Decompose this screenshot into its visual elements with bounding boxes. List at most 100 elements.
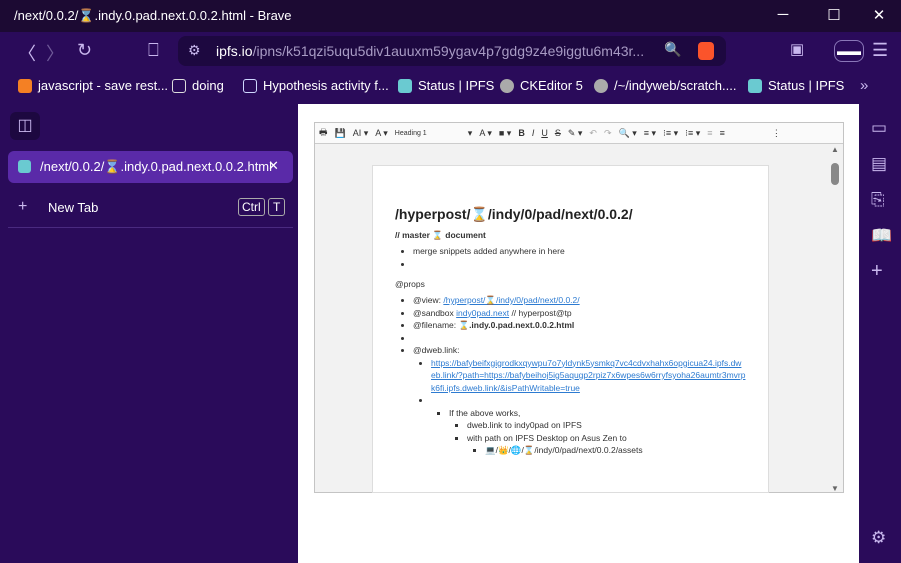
list-item: merge snippets added anywhere in here bbox=[413, 245, 746, 258]
site-settings-icon[interactable]: ⚙ bbox=[188, 42, 201, 59]
bookmark-item[interactable]: CKEditor 5 bbox=[500, 78, 583, 93]
more-bookmarks-button[interactable]: » bbox=[860, 77, 868, 94]
view-link[interactable]: /hyperpost/⌛/indy/0/pad/next/0.0.2/ bbox=[443, 295, 579, 305]
wallet-icon[interactable]: ▤ bbox=[871, 154, 887, 174]
scroll-up-icon[interactable]: ▲ bbox=[831, 145, 839, 154]
window-title: /next/0.0.2/⌛.indy.0.pad.next.0.0.2.html… bbox=[14, 8, 292, 23]
bookmarks-icon[interactable]: ⎘ bbox=[871, 190, 885, 210]
tab-title: /next/0.0.2/⌛.indy.0.pad.next.0.0.2.html bbox=[40, 159, 273, 174]
new-tab-button[interactable]: + New Tab Ctrl T bbox=[0, 196, 297, 220]
reading-list-icon[interactable]: 📖 bbox=[871, 226, 892, 246]
underline-icon[interactable]: U bbox=[541, 128, 548, 138]
italic-icon[interactable]: I bbox=[532, 128, 535, 138]
bookmark-icon[interactable]: ⎕ bbox=[148, 40, 159, 61]
divider bbox=[8, 227, 293, 228]
private-icon[interactable]: ▬▬ bbox=[834, 40, 864, 62]
add-icon[interactable]: + bbox=[871, 260, 883, 283]
font-size-icon[interactable]: AI ▾ bbox=[353, 128, 369, 139]
font-family-icon[interactable]: A ▾ bbox=[375, 128, 388, 139]
grid-icon bbox=[243, 78, 257, 93]
list-item: with path on IPFS Desktop on Asus Zen to bbox=[467, 432, 746, 445]
bookmark-item[interactable]: /~/indyweb/scratch.... bbox=[594, 78, 736, 93]
list-item bbox=[413, 332, 746, 345]
title-bar: /next/0.0.2/⌛.indy.0.pad.next.0.0.2.html… bbox=[0, 0, 901, 32]
minimize-button[interactable]: ─ bbox=[773, 6, 793, 23]
right-sidebar: ▭ ▤ ⎘ 📖 + ⚙ bbox=[859, 104, 901, 563]
filename: ⌛.indy.0.pad.next.0.0.2.html bbox=[458, 320, 575, 330]
nav-bar: 〈 〉 ↻ ⎕ ⚙ ipfs.io/ipns/k51qzi5uqu5div1au… bbox=[0, 32, 901, 70]
list-item: @filename: ⌛.indy.0.pad.next.0.0.2.html bbox=[413, 319, 746, 332]
chevron-down-icon[interactable]: ▾ bbox=[468, 128, 473, 139]
heading-dropdown[interactable]: Heading 1 bbox=[395, 130, 461, 137]
stackoverflow-icon bbox=[18, 78, 32, 93]
globe-icon bbox=[500, 78, 514, 93]
bookmark-label: CKEditor 5 bbox=[520, 78, 583, 93]
bookmark-item[interactable]: javascript - save rest... bbox=[18, 78, 168, 93]
print-icon[interactable]: 🖶 bbox=[319, 125, 328, 141]
text: @view: bbox=[413, 295, 444, 305]
bookmark-label: Status | IPFS bbox=[768, 78, 845, 93]
bookmark-item[interactable]: Hypothesis activity f... bbox=[243, 78, 389, 93]
ipfs-icon bbox=[748, 78, 762, 93]
bookmark-item[interactable]: Status | IPFS bbox=[398, 78, 494, 93]
text: @filename: bbox=[413, 320, 459, 330]
web-page: 🖶 💾 AI ▾ A ▾ Heading 1 ▾ A ▾ ■ ▾ B I U S … bbox=[298, 104, 859, 563]
bookmark-label: javascript - save rest... bbox=[38, 78, 169, 93]
scrollbar[interactable]: ▲ ▼ bbox=[829, 145, 841, 493]
text: @sandbox bbox=[413, 307, 457, 318]
zoom-icon[interactable]: 🔍 bbox=[664, 41, 681, 58]
url-path: /ipns/k51qzi5uqu5div1auuxm59ygav4p7gdg9z… bbox=[252, 43, 645, 59]
bookmark-label: /~/indyweb/scratch.... bbox=[614, 78, 737, 93]
bookmark-label: doing bbox=[192, 78, 224, 93]
bookmark-label: Status | IPFS bbox=[418, 78, 495, 93]
globe-icon bbox=[594, 78, 608, 93]
reload-icon[interactable]: ↻ bbox=[77, 40, 92, 61]
outdent-icon[interactable]: ≡ bbox=[707, 128, 712, 138]
address-bar[interactable]: ⚙ ipfs.io/ipns/k51qzi5uqu5div1auuxm59yga… bbox=[178, 36, 726, 66]
bg-color-icon[interactable]: ■ ▾ bbox=[499, 128, 511, 139]
plus-icon: + bbox=[18, 198, 28, 215]
dweb-link[interactable]: https://bafybeifxgigrodkxqywpu7o7yldynk5… bbox=[431, 358, 745, 393]
redo-icon[interactable]: ↷ bbox=[604, 128, 612, 139]
tab-active[interactable]: /next/0.0.2/⌛.indy.0.pad.next.0.0.2.html… bbox=[8, 151, 293, 183]
more-icon[interactable]: ⋮ bbox=[772, 128, 781, 139]
maximize-button[interactable]: ☐ bbox=[824, 6, 844, 24]
bookmark-item[interactable]: doing bbox=[172, 78, 224, 93]
folder-icon bbox=[172, 78, 186, 93]
align-icon[interactable]: ≡ ▾ bbox=[644, 128, 656, 139]
settings-icon[interactable]: ⚙ bbox=[871, 528, 886, 548]
forward-icon[interactable]: 〉 bbox=[46, 40, 64, 66]
undo-icon[interactable]: ↶ bbox=[589, 128, 597, 139]
save-icon[interactable]: 💾 bbox=[335, 128, 346, 139]
brave-shields-icon[interactable] bbox=[698, 42, 714, 60]
scroll-down-icon[interactable]: ▼ bbox=[831, 484, 839, 493]
scroll-thumb[interactable] bbox=[831, 163, 839, 185]
bulleted-list-icon[interactable]: ⁝≡ ▾ bbox=[685, 128, 700, 139]
editor-toolbar: 🖶 💾 AI ▾ A ▾ Heading 1 ▾ A ▾ ■ ▾ B I U S … bbox=[315, 123, 843, 144]
close-window-button[interactable]: ✕ bbox=[869, 6, 889, 24]
new-tab-label: New Tab bbox=[48, 200, 99, 215]
numbered-list-icon[interactable]: ⁝≡ ▾ bbox=[663, 128, 678, 139]
sidebar-toggle-icon[interactable]: ◫ bbox=[10, 112, 40, 140]
indent-icon[interactable]: ≡ bbox=[720, 128, 725, 138]
font-color-icon[interactable]: A ▾ bbox=[479, 128, 492, 139]
leo-icon[interactable]: ▣ bbox=[790, 40, 804, 58]
list-item: @view: /hyperpost/⌛/indy/0/pad/next/0.0.… bbox=[413, 294, 746, 307]
ckeditor: 🖶 💾 AI ▾ A ▾ Heading 1 ▾ A ▾ ■ ▾ B I U S … bbox=[314, 122, 844, 493]
list-item: @sandbox indy0pad.next // hyperpost@tp bbox=[413, 307, 746, 320]
menu-icon[interactable]: ☰ bbox=[872, 40, 888, 61]
bookmark-item[interactable]: Status | IPFS bbox=[748, 78, 844, 93]
strikethrough-icon[interactable]: S bbox=[555, 128, 561, 138]
bold-icon[interactable]: B bbox=[518, 128, 525, 138]
text: @dweb.link: bbox=[413, 345, 460, 355]
media-icon[interactable]: ▭ bbox=[871, 118, 887, 138]
close-tab-icon[interactable]: ✕ bbox=[268, 158, 279, 174]
shortcut-key: Ctrl bbox=[238, 198, 265, 216]
document-page[interactable]: /hyperpost/⌛/indy/0/pad/next/0.0.2/ // m… bbox=[372, 165, 769, 493]
list-item: @dweb.link: https://bafybeifxgigrodkxqyw… bbox=[413, 344, 746, 457]
find-icon[interactable]: 🔍 ▾ bbox=[619, 128, 637, 139]
ipfs-icon bbox=[398, 78, 412, 93]
highlight-icon[interactable]: ✎ ▾ bbox=[568, 128, 583, 139]
back-icon[interactable]: 〈 bbox=[18, 40, 36, 66]
sandbox-link[interactable]: indy0pad.next bbox=[456, 308, 509, 318]
